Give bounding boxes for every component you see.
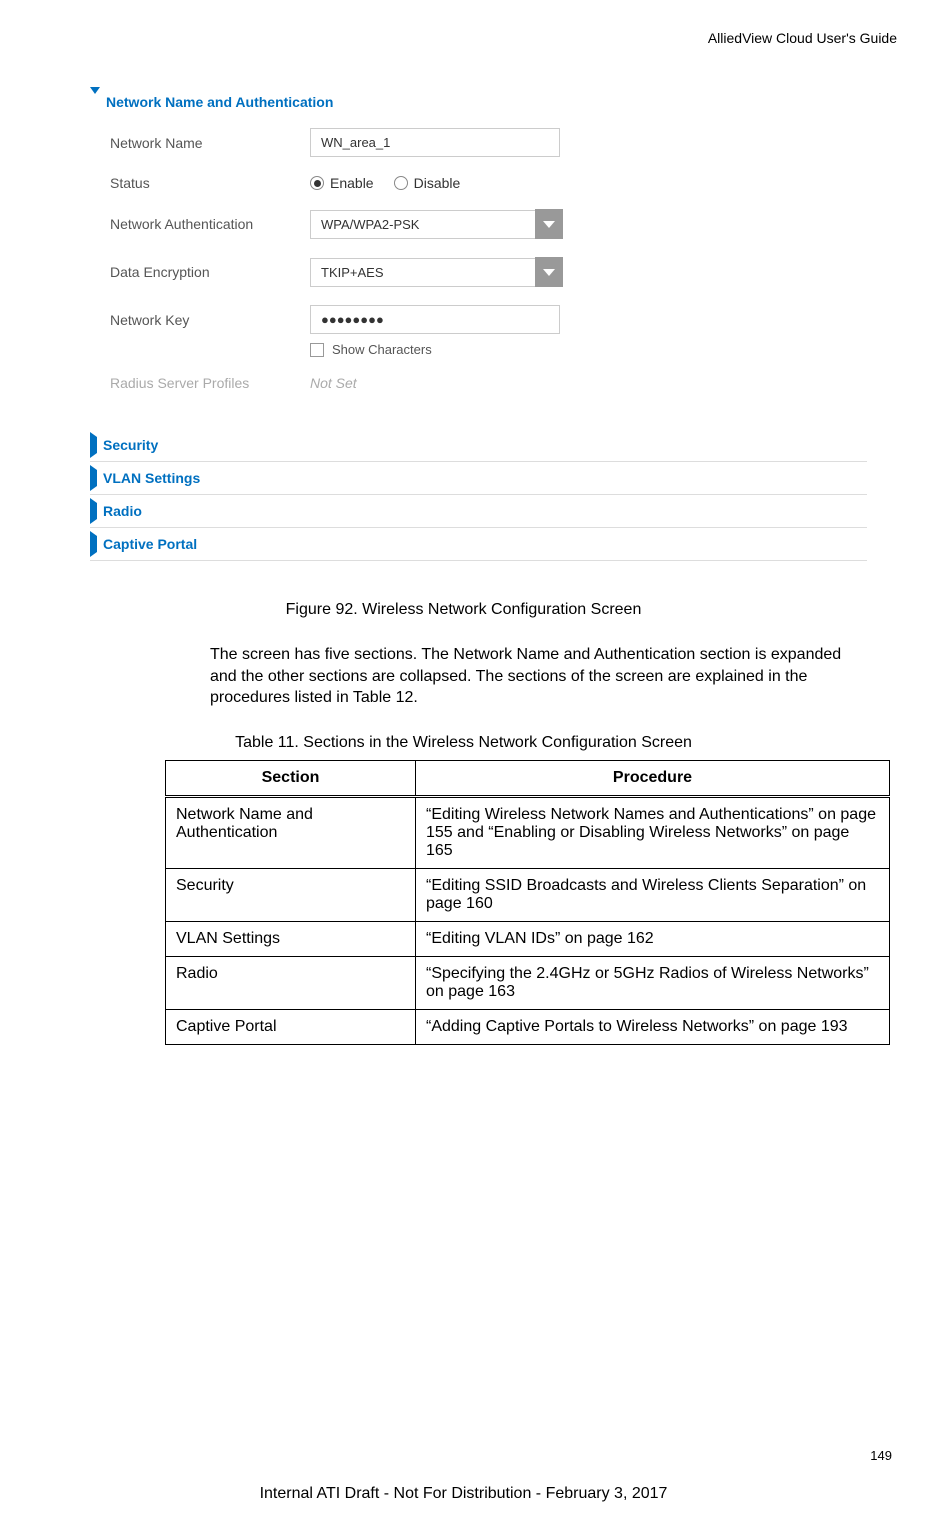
dropdown-button[interactable] [535,209,563,239]
data-encryption-select[interactable] [310,257,563,287]
label-network-key: Network Key [110,312,310,328]
section-captive[interactable]: Captive Portal [90,528,867,561]
radio-enable-label: Enable [330,175,374,191]
table-row: Security “Editing SSID Broadcasts and Wi… [166,868,890,921]
data-encryption-value[interactable] [310,258,535,287]
cell-procedure: “Editing Wireless Network Names and Auth… [416,796,890,868]
guide-title: AlliedView Cloud User's Guide [30,30,897,46]
radius-value: Not Set [310,375,357,391]
section-title: Security [103,437,158,453]
procedures-table: Section Procedure Network Name and Authe… [165,760,890,1045]
table-row: Radio “Specifying the 2.4GHz or 5GHz Rad… [166,956,890,1009]
table-header-row: Section Procedure [166,760,890,796]
network-key-input[interactable] [310,305,560,334]
row-network-name: Network Name [110,128,867,157]
label-network-name: Network Name [110,135,310,151]
triangle-right-icon [90,470,97,486]
chevron-down-icon [543,269,555,276]
row-show-chars: Show Characters [310,342,867,357]
radio-disable[interactable]: Disable [394,175,461,191]
cell-procedure: “Editing SSID Broadcasts and Wireless Cl… [416,868,890,921]
body-paragraph: The screen has five sections. The Networ… [210,644,857,709]
row-network-auth: Network Authentication [110,209,867,239]
dropdown-button[interactable] [535,257,563,287]
radio-enable[interactable]: Enable [310,175,374,191]
radio-circle-icon [394,176,408,190]
network-auth-value[interactable] [310,210,535,239]
section-title: VLAN Settings [103,470,200,486]
label-network-auth: Network Authentication [110,216,310,232]
cell-section: Network Name and Authentication [166,796,416,868]
cell-procedure: “Specifying the 2.4GHz or 5GHz Radios of… [416,956,890,1009]
triangle-right-icon [90,536,97,552]
label-radius: Radius Server Profiles [110,375,310,391]
radio-circle-icon [310,176,324,190]
section-vlan[interactable]: VLAN Settings [90,462,867,495]
label-status: Status [110,175,310,191]
row-status: Status Enable Disable [110,175,867,191]
row-network-key: Network Key [110,305,867,334]
th-section: Section [166,760,416,796]
section-title: Captive Portal [103,536,197,552]
cell-section: Security [166,868,416,921]
status-radio-group: Enable Disable [310,175,460,191]
network-name-input[interactable] [310,128,560,157]
cell-section: VLAN Settings [166,921,416,956]
cell-procedure: “Adding Captive Portals to Wireless Netw… [416,1009,890,1044]
section-title: Network Name and Authentication [106,94,333,110]
row-radius: Radius Server Profiles Not Set [110,375,867,391]
cell-procedure: “Editing VLAN IDs” on page 162 [416,921,890,956]
footer-text: Internal ATI Draft - Not For Distributio… [0,1485,927,1503]
table-row: VLAN Settings “Editing VLAN IDs” on page… [166,921,890,956]
row-data-encryption: Data Encryption [110,257,867,287]
network-auth-select[interactable] [310,209,563,239]
radio-disable-label: Disable [414,175,461,191]
table-row: Network Name and Authentication “Editing… [166,796,890,868]
section-title: Radio [103,503,142,519]
page-number: 149 [870,1448,892,1463]
section-network-auth[interactable]: Network Name and Authentication [90,86,867,118]
cell-section: Radio [166,956,416,1009]
triangle-right-icon [90,503,97,519]
table-caption: Table 11. Sections in the Wireless Netwo… [30,734,897,752]
chevron-down-icon [543,221,555,228]
triangle-down-icon [90,94,100,110]
cell-section: Captive Portal [166,1009,416,1044]
config-screenshot: Network Name and Authentication Network … [90,86,867,561]
label-data-encryption: Data Encryption [110,264,310,280]
th-procedure: Procedure [416,760,890,796]
show-chars-label: Show Characters [332,342,432,357]
figure-caption: Figure 92. Wireless Network Configuratio… [30,601,897,619]
show-chars-checkbox[interactable] [310,343,324,357]
triangle-right-icon [90,437,97,453]
section-security[interactable]: Security [90,429,867,462]
table-row: Captive Portal “Adding Captive Portals t… [166,1009,890,1044]
form-network-auth: Network Name Status Enable Disable Netwo… [90,118,867,429]
section-radio[interactable]: Radio [90,495,867,528]
